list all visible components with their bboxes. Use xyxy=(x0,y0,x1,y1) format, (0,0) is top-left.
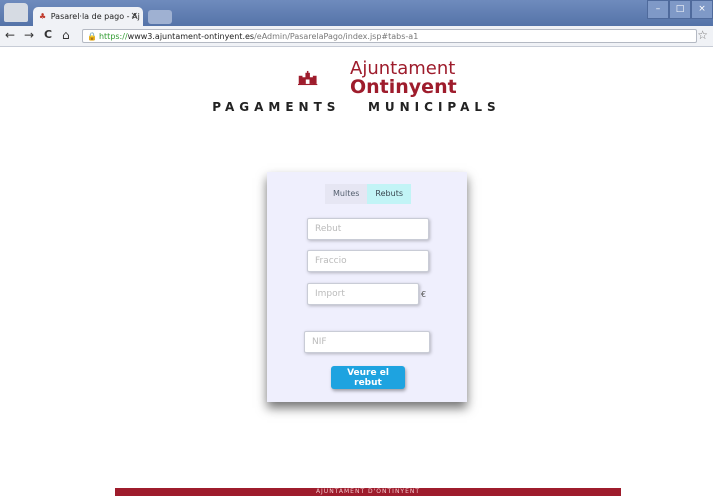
browser-toolbar: ← → C ⌂ 🔒 https://www3.ajuntament-ontinye… xyxy=(0,26,713,47)
maximize-button[interactable]: □ xyxy=(669,0,691,19)
page-subtitle: PAGAMENTS MUNICIPALS xyxy=(212,100,501,114)
tab-rebuts[interactable]: Rebuts xyxy=(367,184,411,204)
reload-icon[interactable]: C xyxy=(44,28,52,41)
logo-line2: Ontinyent xyxy=(350,76,457,98)
lock-icon: 🔒 xyxy=(87,32,97,41)
browser-tab[interactable]: ♣ Pasarel·la de pago - Aj × xyxy=(33,7,143,26)
fraccio-input[interactable] xyxy=(307,250,429,272)
page-footer: AJUNTAMENT D'ONTINYENT xyxy=(115,488,621,496)
back-icon[interactable]: ← xyxy=(5,28,15,42)
bookmark-star-icon[interactable]: ☆ xyxy=(697,28,708,42)
favicon-icon: ♣ xyxy=(39,12,47,21)
tab-title: Pasarel·la de pago - Aj xyxy=(50,12,140,21)
import-input[interactable] xyxy=(307,283,419,305)
rebut-input[interactable] xyxy=(307,218,429,240)
forward-icon[interactable]: → xyxy=(24,28,34,42)
currency-symbol: € xyxy=(421,290,427,299)
tab-multes[interactable]: Multes xyxy=(325,184,368,204)
nif-input[interactable] xyxy=(304,331,430,353)
close-window-button[interactable]: × xyxy=(691,0,713,19)
payment-tabs: Multes Rebuts xyxy=(325,184,411,204)
url-scheme: https:// xyxy=(98,32,128,41)
url-host: www3.ajuntament-ontinyent.es xyxy=(127,32,255,41)
browser-titlebar: ♣ Pasarel·la de pago - Aj × – □ × xyxy=(0,0,713,26)
window-controls: – □ × xyxy=(647,0,713,19)
veure-rebut-button[interactable]: Veure el rebut xyxy=(331,366,405,389)
home-icon[interactable]: ⌂ xyxy=(62,28,70,42)
ontinyent-logo-icon xyxy=(298,70,318,86)
address-bar[interactable]: 🔒 https://www3.ajuntament-ontinyent.es/eA… xyxy=(82,29,697,43)
new-tab-button[interactable] xyxy=(148,10,172,24)
browser-menu-icon[interactable] xyxy=(4,3,28,22)
tab-close-icon[interactable]: × xyxy=(130,7,138,26)
url-path: /eAdmin/PasarelaPago/index.jsp#tabs-a1 xyxy=(254,32,419,41)
minimize-button[interactable]: – xyxy=(647,0,669,19)
